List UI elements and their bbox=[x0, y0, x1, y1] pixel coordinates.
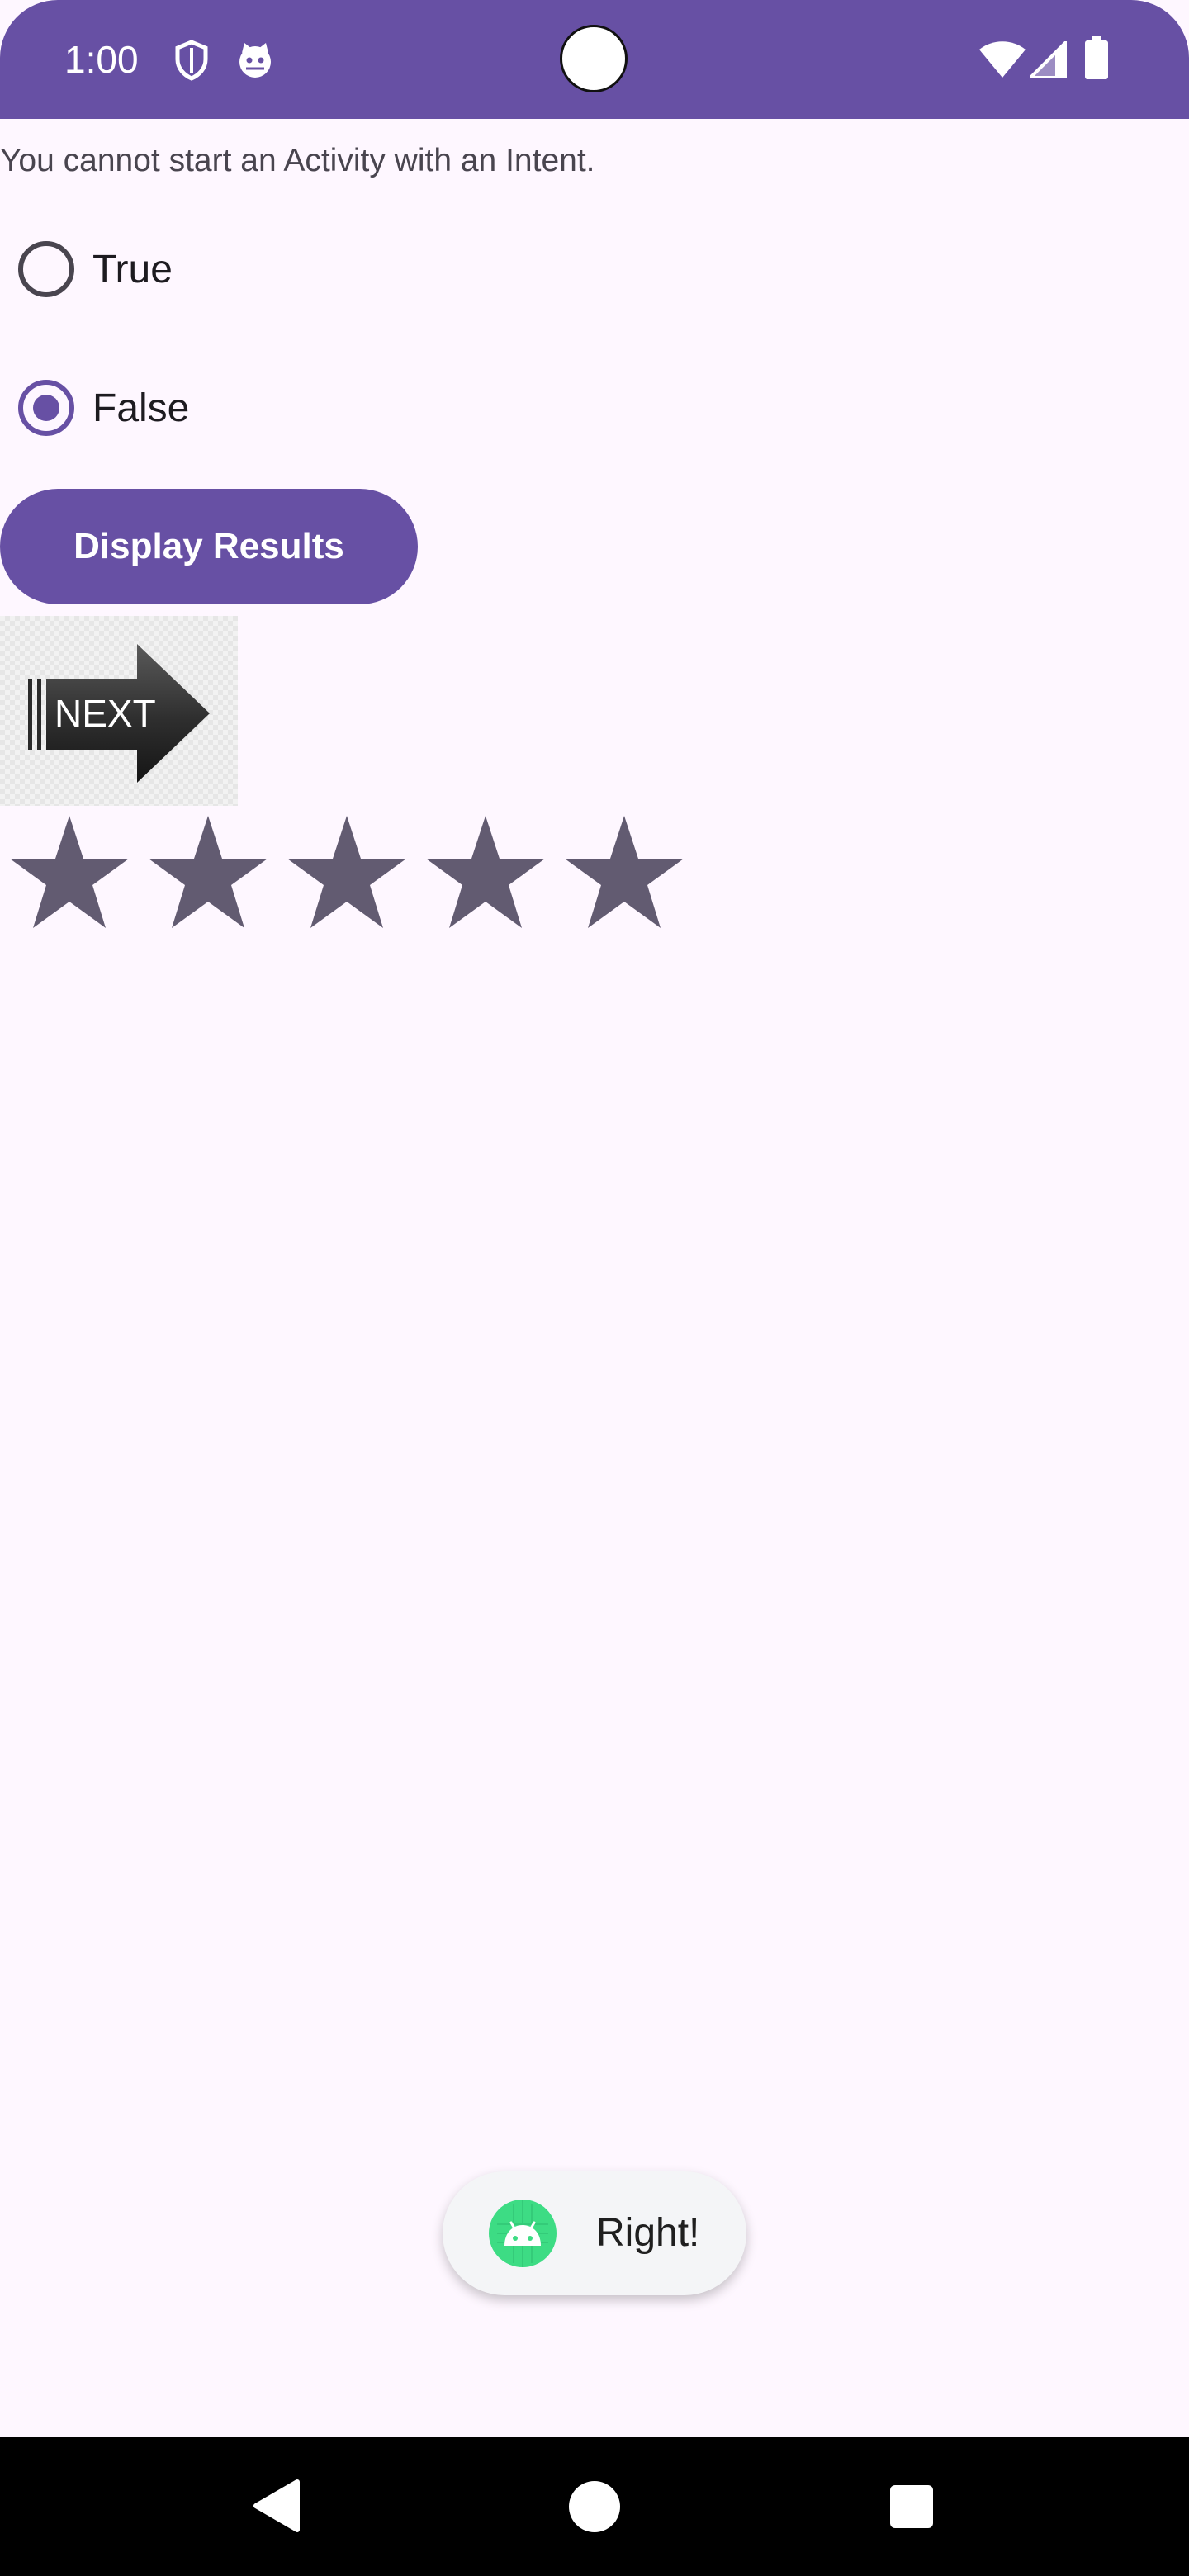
option-true[interactable]: True bbox=[0, 220, 413, 319]
star-icon[interactable] bbox=[0, 812, 139, 936]
recents-icon[interactable] bbox=[888, 2484, 935, 2534]
star-icon[interactable] bbox=[416, 812, 555, 936]
back-icon[interactable] bbox=[251, 2479, 301, 2537]
home-icon[interactable] bbox=[568, 2480, 621, 2537]
status-bar: 1:00 bbox=[0, 0, 1189, 119]
cell-signal-icon bbox=[1026, 37, 1068, 82]
radio-dot bbox=[33, 395, 59, 421]
toast-message: Right! bbox=[596, 2211, 700, 2255]
android-icon bbox=[489, 2200, 557, 2267]
next-button[interactable]: NEXT bbox=[0, 616, 238, 806]
radio-checked-icon[interactable] bbox=[18, 380, 74, 436]
toast: Right! bbox=[443, 2171, 746, 2295]
navigation-bar bbox=[0, 2437, 1189, 2576]
next-arrow-icon: NEXT bbox=[28, 644, 210, 783]
option-label: True bbox=[92, 248, 173, 291]
radio-unchecked-icon[interactable] bbox=[18, 241, 74, 297]
wifi-icon bbox=[979, 41, 1026, 82]
star-icon[interactable] bbox=[139, 812, 277, 936]
shield-icon bbox=[173, 40, 210, 85]
camera-cutout bbox=[560, 25, 628, 92]
option-label: False bbox=[92, 386, 190, 430]
next-label: NEXT bbox=[54, 692, 156, 735]
app-screen: 1:00 You cannot start an Activity with a… bbox=[0, 0, 1189, 2576]
status-time: 1:00 bbox=[64, 38, 139, 81]
option-false[interactable]: False bbox=[0, 358, 413, 457]
battery-icon bbox=[1085, 36, 1108, 83]
star-icon[interactable] bbox=[555, 812, 694, 936]
display-results-button[interactable]: Display Results bbox=[0, 489, 418, 604]
question-text: You cannot start an Activity with an Int… bbox=[0, 143, 595, 178]
cat-face-icon bbox=[236, 41, 274, 83]
star-icon[interactable] bbox=[277, 812, 416, 936]
